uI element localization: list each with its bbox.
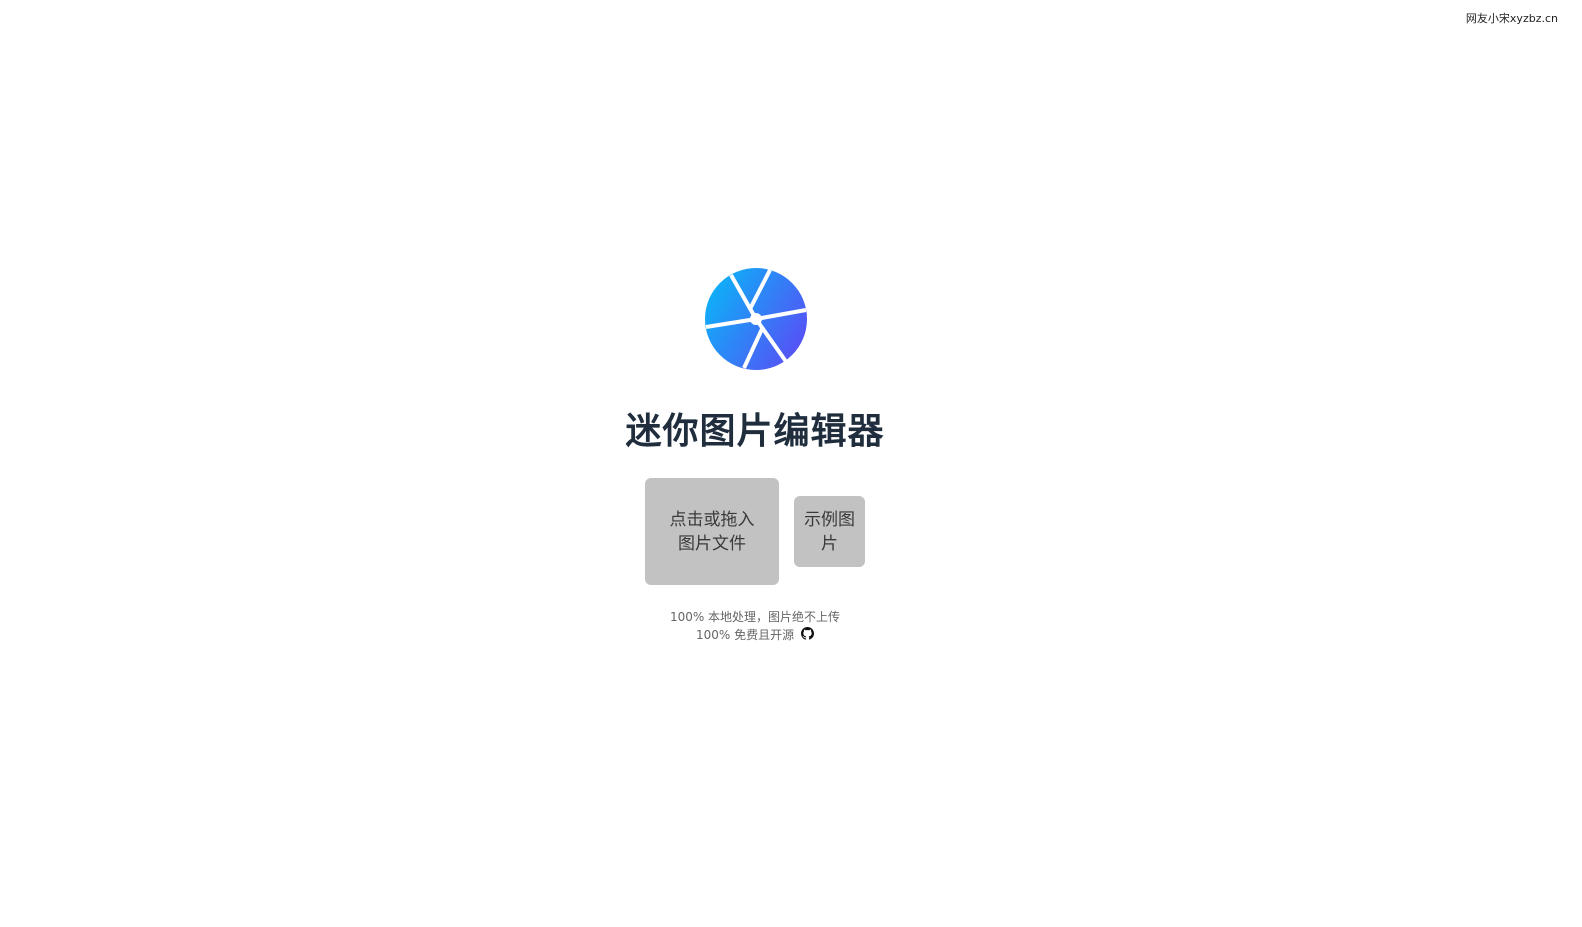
- landing-panel: 迷你图片编辑器 点击或拖入图片文件 示例图片 100% 本地处理，图片绝不上传 …: [0, 0, 1510, 927]
- local-processing-note: 100% 本地处理，图片绝不上传: [669, 610, 841, 624]
- camera-aperture-icon: [705, 268, 807, 370]
- open-source-note: 100% 免费且开源: [0, 626, 1510, 643]
- page: 网友小宋xyzbz.cn 迷你图片编辑器 点击或拖入图片文件 示例图片 100%…: [0, 0, 1582, 927]
- sample-image-label: 示例图片: [804, 509, 855, 554]
- upload-image-button[interactable]: 点击或拖入图片文件: [645, 478, 779, 585]
- github-icon[interactable]: [800, 627, 814, 640]
- upload-image-label: 点击或拖入图片文件: [669, 509, 755, 554]
- app-title: 迷你图片编辑器: [625, 411, 885, 452]
- open-source-text: 100% 免费且开源: [696, 628, 795, 642]
- sample-image-button[interactable]: 示例图片: [794, 496, 865, 567]
